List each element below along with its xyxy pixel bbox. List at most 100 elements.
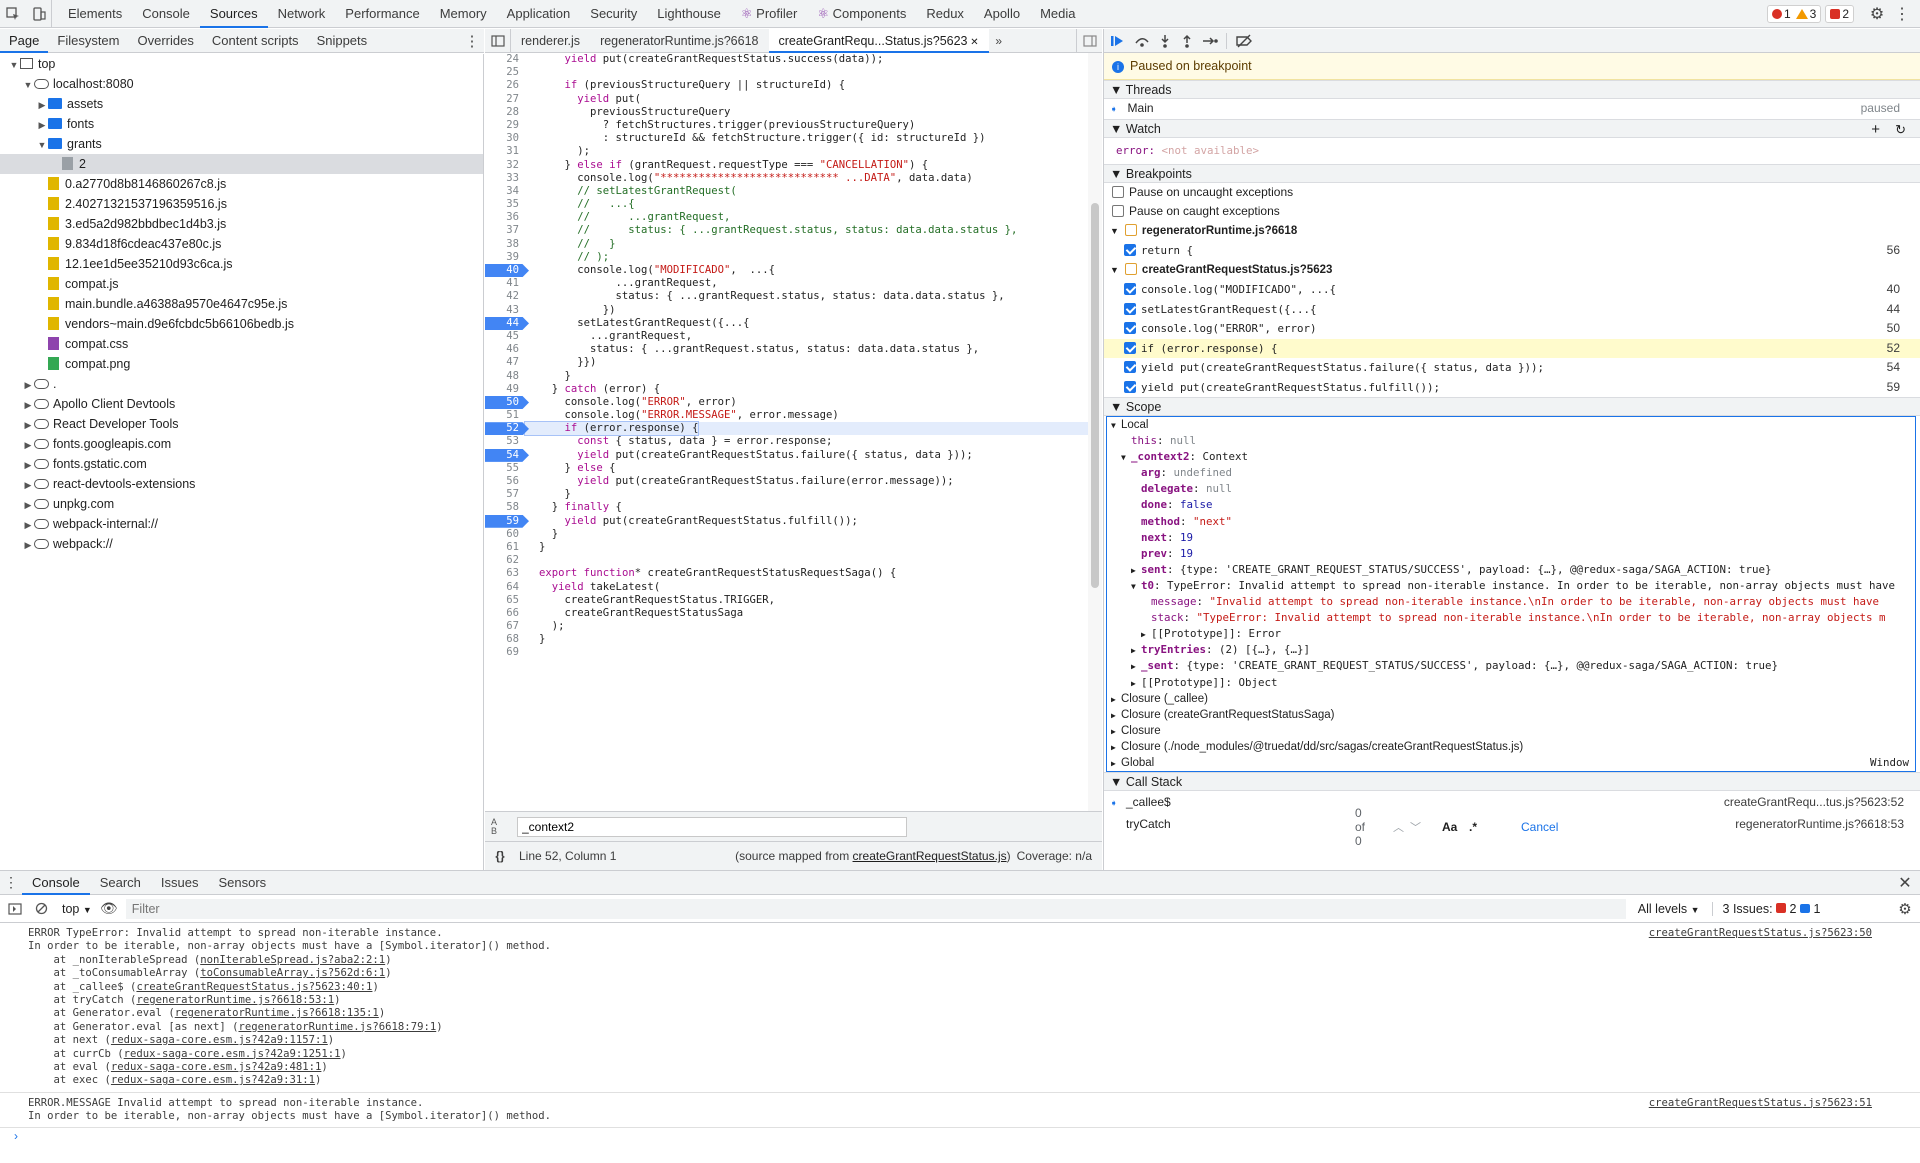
expand-toggle-icon[interactable]: ▶ <box>1131 643 1141 658</box>
breakpoint-item[interactable]: yield put(createGrantRequestStatus.failu… <box>1104 358 1920 378</box>
line-number[interactable]: 65 <box>485 594 525 607</box>
issues-counter[interactable]: 2 <box>1825 4 1854 23</box>
editor-tab[interactable]: renderer.js <box>511 29 590 53</box>
stack-frame-link[interactable]: redux-saga-core.esm.js?42a9:481:1 <box>111 1061 321 1073</box>
scope-tree[interactable]: ▼ Local this: null ▼ _context2: Context arg: … <box>1106 416 1916 773</box>
find-input[interactable] <box>517 816 907 837</box>
expand-toggle-icon[interactable]: ▶ <box>1131 676 1141 691</box>
code-line[interactable]: 34 // setLatestGrantRequest( <box>485 185 1088 198</box>
tree-file[interactable]: main.bundle.a46388a9570e4647c95e.js <box>0 294 483 314</box>
breakpoint-item[interactable]: yield put(createGrantRequestStatus.fulfi… <box>1104 378 1920 398</box>
line-number[interactable]: 46 <box>485 343 525 356</box>
tree-file[interactable]: compat.js <box>0 274 483 294</box>
breakpoint-marker[interactable]: 59 <box>485 515 525 528</box>
line-number[interactable]: 57 <box>485 488 525 501</box>
line-number[interactable]: 32 <box>485 159 525 172</box>
tree-folder[interactable]: ▶ fonts.googleapis.com <box>0 434 483 454</box>
code-line[interactable]: 58 } finally { <box>485 501 1088 514</box>
tree-file[interactable]: 2 <box>0 154 483 174</box>
line-number[interactable]: 27 <box>485 93 525 106</box>
breakpoint-checkbox[interactable] <box>1124 380 1136 393</box>
breakpoint-marker[interactable]: 52 <box>485 422 525 435</box>
expand-toggle-icon[interactable]: ▶ <box>1131 563 1141 578</box>
code-line[interactable]: 45 ...grantRequest, <box>485 330 1088 343</box>
code-line[interactable]: 47 }}) <box>485 356 1088 369</box>
tab-security[interactable]: Security <box>580 0 647 28</box>
refresh-watch-icon[interactable]: ↻ <box>1895 120 1906 139</box>
expand-arrow-icon[interactable]: ▼ <box>22 75 34 95</box>
code-line[interactable]: 46 status: { ...grantRequest.status, sta… <box>485 343 1088 356</box>
tree-file[interactable]: 0.a2770d8b8146860267c8.js <box>0 174 483 194</box>
code-line[interactable]: 42 status: { ...grantRequest.status, sta… <box>485 290 1088 303</box>
console-issues-counter[interactable]: 3 Issues: 2 1 <box>1711 901 1820 916</box>
console-filter-input[interactable] <box>125 898 1626 919</box>
pause-caught-checkbox[interactable]: Pause on caught exceptions <box>1104 202 1920 222</box>
scope-section-header[interactable]: ▼ Scope <box>1104 397 1920 416</box>
code-line[interactable]: 41 ...grantRequest, <box>485 277 1088 290</box>
tree-file[interactable]: compat.css <box>0 334 483 354</box>
step-icon[interactable] <box>1202 34 1218 48</box>
console-prompt-icon[interactable]: › <box>14 1129 18 1143</box>
stack-frame-link[interactable]: createGrantRequestStatus.js?5623:40:1 <box>136 981 372 993</box>
line-number[interactable]: 36 <box>485 211 525 224</box>
nav-tab-page[interactable]: Page <box>0 29 49 53</box>
line-number[interactable]: 37 <box>485 224 525 237</box>
line-number[interactable]: 34 <box>485 185 525 198</box>
line-number[interactable]: 51 <box>485 409 525 422</box>
code-line[interactable]: 38 // } <box>485 238 1088 251</box>
more-options-icon[interactable]: ⋮ <box>1892 0 1912 28</box>
code-line[interactable]: 56 yield put(createGrantRequestStatus.fa… <box>485 475 1088 488</box>
step-over-icon[interactable] <box>1134 34 1150 48</box>
navigator-more-icon[interactable]: ⋮ <box>460 32 484 50</box>
resume-icon[interactable] <box>1110 34 1126 48</box>
code-line[interactable]: 67 ); <box>485 620 1088 633</box>
scope-entry[interactable]: ▶ _sent: {type: 'CREATE_GRANT_REQUEST_STA… <box>1107 658 1915 674</box>
nav-tab-content-scripts[interactable]: Content scripts <box>203 29 308 53</box>
settings-gear-icon[interactable]: ⚙ <box>1862 0 1892 28</box>
collapse-arrow-icon[interactable]: ▶ <box>22 395 34 415</box>
breakpoint-item[interactable]: return {56 <box>1104 241 1920 261</box>
nav-tab-filesystem[interactable]: Filesystem <box>48 29 128 53</box>
tree-file[interactable]: 9.834d18f6cdeac437e80c.js <box>0 234 483 254</box>
code-line[interactable]: 49 } catch (error) { <box>485 383 1088 396</box>
expand-toggle-icon[interactable]: ▼ <box>1131 579 1141 594</box>
line-number[interactable]: 48 <box>485 370 525 383</box>
collapse-arrow-icon[interactable]: ▶ <box>22 435 34 455</box>
code-line[interactable]: 37 // status: { ...grantRequest.status, … <box>485 224 1088 237</box>
tab-redux[interactable]: Redux <box>916 0 974 28</box>
scope-entry[interactable]: ▶ Global Window <box>1107 755 1915 771</box>
expand-toggle-icon[interactable]: ▼ <box>1111 418 1121 433</box>
tree-file[interactable]: compat.png <box>0 354 483 374</box>
console-sidebar-icon[interactable] <box>0 902 30 915</box>
line-number[interactable]: 28 <box>485 106 525 119</box>
deactivate-breakpoints-icon[interactable] <box>1235 34 1253 48</box>
line-number[interactable]: 58 <box>485 501 525 514</box>
code-line[interactable]: 61} <box>485 541 1088 554</box>
stack-frame-link[interactable]: redux-saga-core.esm.js?42a9:1157:1 <box>111 1034 328 1046</box>
scope-entry[interactable]: message: "Invalid attempt to spread non-… <box>1107 594 1915 610</box>
tab-components[interactable]: ⚛ Components <box>807 0 916 28</box>
tree-folder[interactable]: ▶ webpack-internal:// <box>0 514 483 534</box>
scope-entry[interactable]: ▼ Local <box>1107 417 1915 433</box>
line-number[interactable]: 41 <box>485 277 525 290</box>
tab-network[interactable]: Network <box>268 0 336 28</box>
code-line[interactable]: 25 <box>485 66 1088 79</box>
code-line[interactable]: 44 setLatestGrantRequest({...{ <box>485 317 1088 330</box>
call-frame[interactable]: tryCatch regeneratorRuntime.js?6618:53 <box>1104 813 1920 835</box>
context-selector[interactable]: top ▼ <box>62 902 92 916</box>
collapse-arrow-icon[interactable]: ▶ <box>36 95 48 115</box>
editor-scroll-thumb[interactable] <box>1091 203 1099 588</box>
scope-entry[interactable]: done: false <box>1107 497 1915 513</box>
collapse-arrow-icon[interactable]: ▶ <box>22 375 34 395</box>
nav-tab-snippets[interactable]: Snippets <box>308 29 377 53</box>
code-line[interactable]: 69 <box>485 646 1088 659</box>
code-line[interactable]: 31 ); <box>485 145 1088 158</box>
breakpoint-checkbox[interactable] <box>1124 283 1136 295</box>
scope-entry[interactable]: stack: "TypeError: Invalid attempt to sp… <box>1107 610 1915 626</box>
breakpoint-checkbox[interactable] <box>1124 361 1136 373</box>
line-number[interactable]: 62 <box>485 554 525 567</box>
stack-frame-link[interactable]: nonIterableSpread.js?aba2:2:1 <box>200 954 385 966</box>
scope-entry[interactable]: ▶ [[Prototype]]: Error <box>1107 626 1915 642</box>
line-number[interactable]: 49 <box>485 383 525 396</box>
tab-memory[interactable]: Memory <box>430 0 497 28</box>
